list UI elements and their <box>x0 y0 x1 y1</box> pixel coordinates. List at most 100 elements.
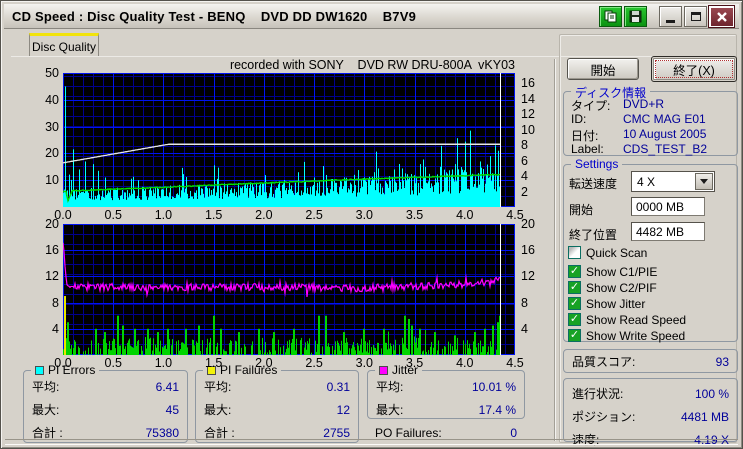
jitter-group: Jitter 平均: 10.01 % 最大: 17.4 % <box>367 363 525 419</box>
axis-tick-label: 8 <box>521 138 528 153</box>
recorded-with-label: recorded with SONY DVD RW DRU-800A vKY03 <box>229 58 515 72</box>
chevron-down-icon[interactable] <box>695 173 713 190</box>
checkbox-box[interactable]: ✓ <box>568 297 581 310</box>
po-failures-row: PO Failures: 0 <box>367 426 525 440</box>
checkbox-box[interactable] <box>568 246 581 259</box>
checkbox-label: Show C1/PIE <box>586 264 658 279</box>
axis-tick-label: 4 <box>521 169 528 184</box>
quality-score-box: 品質スコア: 93 <box>563 349 738 373</box>
position-value: 4481 MB <box>680 409 729 424</box>
axis-tick-label: 14 <box>521 91 535 106</box>
max-value: 45 <box>165 402 179 417</box>
speed-label: 転送速度 <box>569 177 618 191</box>
max-label: 最大: <box>32 403 60 417</box>
disc-label-value: CDS_TEST_B2 <box>623 142 708 156</box>
axis-tick-label: 50 <box>45 66 59 80</box>
total-value: 75380 <box>145 425 179 440</box>
app-window: CD Speed : Disc Quality Test - BENQ DVD … <box>0 0 743 449</box>
jitter-swatch <box>379 365 388 375</box>
axis-tick-label: 4 <box>521 321 528 336</box>
axis-tick-label: 3.5 <box>405 356 424 370</box>
max-value: 12 <box>336 402 350 417</box>
quality-score-label: 品質スコア: <box>572 355 636 369</box>
axis-tick-label: 0.5 <box>104 208 122 222</box>
exit-button-label: 終了(X) <box>673 63 715 78</box>
checkbox-box[interactable]: ✓ <box>568 329 581 342</box>
checkbox-quick-scan[interactable]: Quick Scan <box>568 245 647 260</box>
checkbox-label: Show Write Speed <box>586 328 686 343</box>
avg-value: 0.31 <box>326 379 350 394</box>
checkbox-show-c2-pif[interactable]: ✓ Show C2/PIF <box>568 280 657 295</box>
axis-tick-label: 4.0 <box>456 356 474 370</box>
axis-tick-label: 12 <box>521 269 535 284</box>
maximize-icon[interactable] <box>684 6 707 27</box>
axis-tick-label: 1.0 <box>154 208 173 222</box>
axis-tick-label: 2.0 <box>255 356 273 370</box>
start-button[interactable]: 開始 <box>567 58 639 80</box>
scan-start-input[interactable] <box>631 197 705 216</box>
axis-tick-label: 4.5 <box>506 356 524 370</box>
axis-tick-label: 3.0 <box>355 208 374 222</box>
checkbox-label: Show Jitter <box>586 296 646 311</box>
minimize-icon[interactable] <box>659 6 682 27</box>
tab-label: Disc Quality <box>31 39 96 54</box>
axis-tick-label: 20 <box>45 146 59 161</box>
save-icon[interactable] <box>624 6 647 27</box>
disc-id-label: ID: <box>571 112 587 126</box>
speed-select-value: 4 X <box>637 174 656 189</box>
scan-end-label: 終了位置 <box>569 228 618 242</box>
axis-tick-label: 6 <box>521 153 528 168</box>
axis-tick-label: 1.0 <box>154 356 173 370</box>
max-label: 最大: <box>204 403 232 417</box>
axis-tick-label: 12 <box>45 269 59 284</box>
checkbox-show-write-speed[interactable]: ✓ Show Write Speed <box>568 328 685 343</box>
scan-start-label: 開始 <box>569 203 594 217</box>
checkbox-box[interactable]: ✓ <box>568 313 581 326</box>
pi-errors-chart <box>63 73 515 207</box>
total-label: 合計 : <box>32 426 63 440</box>
progress-box: 進行状況: 100 % ポジション: 4481 MB 速度: 4.19 X <box>563 378 738 447</box>
window-title: CD Speed : Disc Quality Test - BENQ DVD … <box>12 8 417 24</box>
disc-date-value: 10 August 2005 <box>623 127 707 141</box>
checkbox-label: Show C2/PIF <box>586 280 657 295</box>
settings-title: Settings <box>571 157 623 171</box>
checkbox-show-read-speed[interactable]: ✓ Show Read Speed <box>568 312 686 327</box>
progress-label: 進行状況: <box>572 387 624 401</box>
axis-tick-label: 16 <box>521 76 535 91</box>
checkbox-show-c1-pie[interactable]: ✓ Show C1/PIE <box>568 264 657 279</box>
avg-label: 平均: <box>204 380 232 394</box>
max-value: 17.4 % <box>478 402 516 417</box>
axis-tick-label: 3.5 <box>405 208 424 222</box>
exit-button[interactable]: 終了(X) <box>651 56 737 82</box>
axis-tick-label: 2.5 <box>305 208 323 222</box>
avg-label: 平均: <box>32 380 60 394</box>
axis-tick-label: 12 <box>521 107 535 122</box>
copy-icon[interactable] <box>599 6 622 27</box>
po-failures-label: PO Failures: <box>375 426 442 440</box>
max-label: 最大: <box>376 403 404 417</box>
axis-tick-label: 8 <box>52 295 59 310</box>
pi-errors-group: PI Errors 平均: 6.41 最大: 45 合計 :75380 <box>23 363 188 443</box>
axis-tick-label: 30 <box>45 119 59 134</box>
speed-select[interactable]: 4 X <box>631 171 715 192</box>
pi-errors-swatch <box>35 365 44 375</box>
axis-tick-label: 0.5 <box>104 356 122 370</box>
speed-readout-value: 4.19 X <box>694 432 729 447</box>
quality-score-value: 93 <box>715 354 729 369</box>
speed-readout-label: 速度: <box>572 433 600 447</box>
pi-failures-group: PI Failures 平均: 0.31 最大: 12 合計 :2755 <box>195 363 359 443</box>
po-failures-value: 0 <box>510 426 517 440</box>
total-label: 合計 : <box>204 426 235 440</box>
checkbox-box[interactable]: ✓ <box>568 265 581 278</box>
axis-tick-label: 2.5 <box>305 356 323 370</box>
tab-disc-quality[interactable]: Disc Quality <box>29 33 99 57</box>
axis-tick-label: 0.0 <box>54 356 72 370</box>
close-icon[interactable] <box>708 5 735 28</box>
avg-value: 6.41 <box>155 379 179 394</box>
checkbox-show-jitter[interactable]: ✓ Show Jitter <box>568 296 645 311</box>
checkbox-box[interactable]: ✓ <box>568 281 581 294</box>
axis-tick-label: 2.0 <box>255 208 273 222</box>
scan-end-input[interactable] <box>631 222 705 241</box>
axis-tick-label: 1.5 <box>204 356 223 370</box>
titlebar[interactable]: CD Speed : Disc Quality Test - BENQ DVD … <box>4 4 739 29</box>
